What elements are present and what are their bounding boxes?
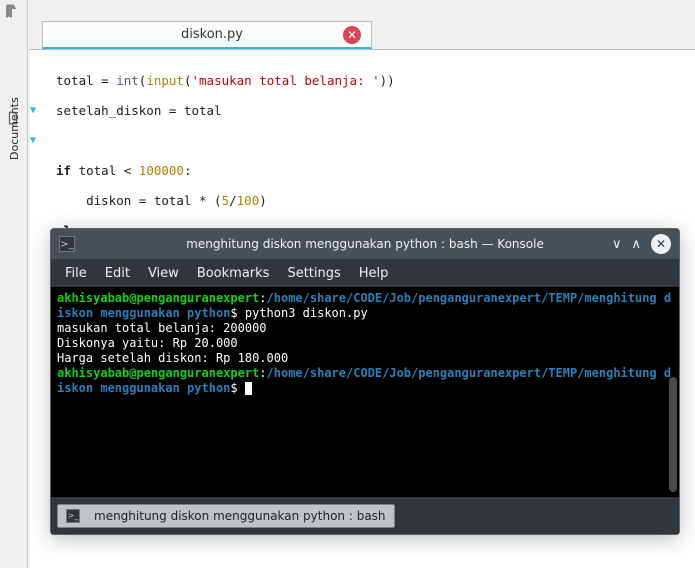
menu-help[interactable]: Help <box>359 266 389 281</box>
term-cmd: python3 diskon.py <box>245 306 368 320</box>
term-text: $ <box>230 306 244 320</box>
fold-marker-icon[interactable]: ▼ <box>30 133 36 148</box>
code-token: total < <box>71 163 139 178</box>
terminal-app-icon: >_ <box>59 236 75 252</box>
new-doc-icon[interactable] <box>3 3 21 21</box>
code-token: )) <box>380 73 395 88</box>
fold-marker-icon[interactable]: ▼ <box>30 103 36 118</box>
menu-file[interactable]: File <box>65 266 87 281</box>
tab-filename: diskon.py <box>181 27 243 42</box>
document-icon <box>6 110 20 126</box>
code-token: int <box>116 73 139 88</box>
term-text: $ <box>230 381 244 395</box>
term-line: masukan total belanja: 200000 <box>57 321 267 335</box>
term-line: Harga setelah diskon: Rp 180.000 <box>57 351 288 365</box>
code-token: 100 <box>237 193 260 208</box>
term-text: : <box>259 291 266 305</box>
close-tab-icon[interactable]: ✕ <box>343 26 361 44</box>
menu-settings[interactable]: Settings <box>287 266 340 281</box>
side-panel: Documents <box>0 0 28 568</box>
close-window-icon[interactable]: ✕ <box>651 234 671 254</box>
scrollbar[interactable] <box>669 377 677 492</box>
code-token: diskon = total * ( <box>56 193 222 208</box>
code-token: setelah_diskon = total <box>56 103 222 118</box>
code-token: ) <box>259 193 267 208</box>
code-token: total = <box>56 73 116 88</box>
menu-edit[interactable]: Edit <box>105 266 130 281</box>
code-token: 'masukan total belanja: ' <box>192 73 380 88</box>
code-token: / <box>229 193 237 208</box>
terminal-window: >_ menghitung diskon menggunakan python … <box>50 228 680 535</box>
documents-tab[interactable]: Documents <box>8 97 21 160</box>
maximize-icon[interactable]: ∧ <box>631 237 641 252</box>
task-label: menghitung diskon menggunakan python : b… <box>94 509 386 523</box>
cursor-icon <box>245 382 252 395</box>
code-token: input <box>146 73 184 88</box>
code-token: : <box>184 163 192 178</box>
code-token: ( <box>184 73 192 88</box>
tab-bar: diskon.py ✕ <box>30 0 695 50</box>
term-user: akhisyabab@penganguranexpert <box>57 366 259 380</box>
code-token: 5 <box>222 193 230 208</box>
window-titlebar[interactable]: >_ menghitung diskon menggunakan python … <box>51 229 679 259</box>
terminal-app-icon: >_ <box>66 509 80 523</box>
terminal-taskbar: >_ menghitung diskon menggunakan python … <box>51 497 679 534</box>
menu-view[interactable]: View <box>148 266 179 281</box>
menu-bookmarks[interactable]: Bookmarks <box>197 266 270 281</box>
term-user: akhisyabab@penganguranexpert <box>57 291 259 305</box>
file-tab[interactable]: diskon.py ✕ <box>42 21 372 49</box>
term-line: Diskonya yaitu: Rp 20.000 <box>57 336 238 350</box>
code-token: 100000 <box>139 163 184 178</box>
term-text: : <box>259 366 266 380</box>
minimize-icon[interactable]: ∨ <box>612 237 622 252</box>
terminal-output[interactable]: akhisyabab@penganguranexpert:/home/share… <box>51 287 679 497</box>
code-token: if <box>56 163 71 178</box>
task-tab[interactable]: >_ menghitung diskon menggunakan python … <box>57 504 395 528</box>
terminal-menubar: File Edit View Bookmarks Settings Help <box>51 259 679 287</box>
window-title: menghitung diskon menggunakan python : b… <box>51 237 679 251</box>
